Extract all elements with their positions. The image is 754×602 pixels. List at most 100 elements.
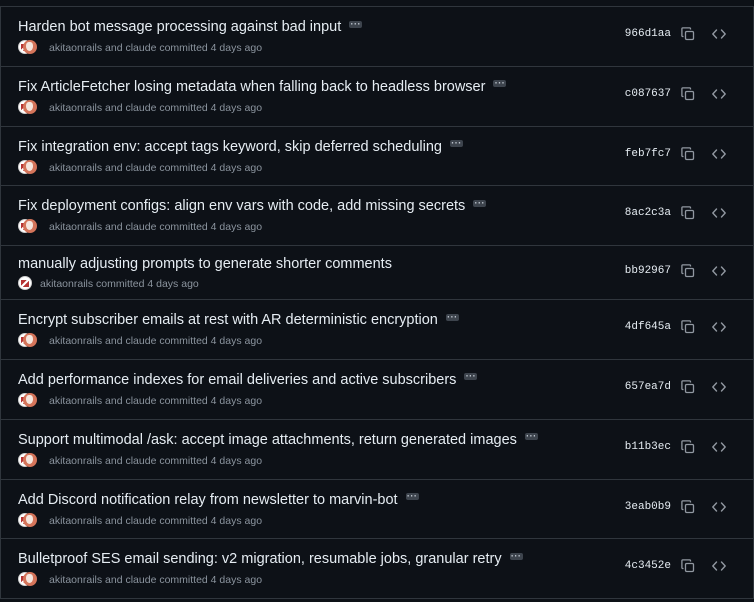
commit-list: Harden bot message processing against ba…	[0, 6, 754, 600]
commit-title-link[interactable]: Fix integration env: accept tags keyword…	[18, 138, 442, 156]
commit-title-link[interactable]: Add performance indexes for email delive…	[18, 371, 456, 389]
code-icon[interactable]	[711, 558, 729, 576]
copy-icon[interactable]	[680, 263, 698, 281]
ellipsis-icon[interactable]: ···	[405, 493, 419, 501]
commit-meta: akitaonrails and claude committed 4 days…	[49, 221, 263, 234]
avatar-group[interactable]	[18, 99, 42, 116]
ellipsis-icon[interactable]: ···	[445, 313, 459, 321]
commit-title-line: Bulletproof SES email sending: v2 migrat…	[18, 550, 523, 568]
commit-meta-line: akitaonrails and claude committed 4 days…	[18, 512, 263, 529]
ellipsis-icon[interactable]: ···	[524, 433, 538, 441]
commit-meta: akitaonrails and claude committed 4 days…	[49, 335, 263, 348]
copy-icon[interactable]	[680, 86, 698, 104]
commit-row: Fix integration env: accept tags keyword…	[1, 127, 753, 187]
commit-row: manually adjusting prompts to generate s…	[1, 246, 753, 301]
commit-meta: akitaonrails and claude committed 4 days…	[49, 514, 263, 527]
commit-meta-line: akitaonrails and claude committed 4 days…	[18, 219, 262, 235]
code-icon[interactable]	[711, 499, 729, 517]
commit-sha-link[interactable]: 4c3452e	[625, 560, 671, 572]
copy-icon[interactable]	[680, 319, 698, 337]
commit-meta: akitaonrails and claude committed 4 days…	[49, 101, 263, 114]
avatar	[23, 452, 37, 467]
commit-sha-link[interactable]: 4df645a	[625, 321, 671, 333]
commit-title-link[interactable]: Support multimodal /ask: accept image at…	[18, 431, 517, 449]
commit-sha-link[interactable]: feb7fc7	[625, 148, 671, 160]
code-icon[interactable]	[711, 86, 729, 104]
commit-row: Support multimodal /ask: accept image at…	[1, 420, 753, 480]
commit-title-line: Add Discord notification relay from news…	[18, 491, 419, 509]
commit-title-link[interactable]: manually adjusting prompts to generate s…	[18, 255, 392, 273]
code-icon[interactable]	[711, 379, 729, 397]
copy-icon[interactable]	[680, 499, 698, 517]
commit-row: Encrypt subscriber emails at rest with A…	[1, 300, 753, 360]
commit-title-link[interactable]: Harden bot message processing against ba…	[18, 18, 341, 36]
commit-meta-line: akitaonrails and claude committed 4 days…	[18, 40, 262, 56]
commit-meta-line: akitaonrails and claude committed 4 days…	[18, 572, 262, 588]
commit-meta-line: akitaonrails and claude committed 4 days…	[18, 159, 263, 176]
avatar	[23, 572, 37, 587]
commit-title-line: Fix deployment configs: align env vars w…	[18, 197, 487, 215]
avatar-group[interactable]	[18, 276, 34, 292]
commit-meta-line: akitaonrails and claude committed 4 days…	[18, 452, 263, 469]
ellipsis-icon[interactable]: ···	[493, 80, 507, 88]
ellipsis-icon[interactable]: ···	[473, 199, 487, 207]
commit-meta: akitaonrails and claude committed 4 days…	[49, 161, 263, 174]
avatar	[23, 392, 37, 407]
avatar-group[interactable]	[18, 392, 42, 409]
commit-title-line: manually adjusting prompts to generate s…	[18, 255, 392, 273]
commit-row: Fix deployment configs: align env vars w…	[1, 186, 753, 247]
commit-meta: akitaonrails and claude committed 4 days…	[49, 394, 263, 407]
commit-sha-link[interactable]: b11b3ec	[625, 441, 671, 453]
commit-title-link[interactable]: Fix deployment configs: align env vars w…	[18, 197, 465, 215]
commit-title-line: Harden bot message processing against ba…	[18, 18, 363, 36]
ellipsis-icon[interactable]: ···	[464, 373, 478, 381]
ellipsis-icon[interactable]: ···	[509, 552, 523, 560]
commit-meta-line: akitaonrails and claude committed 4 days…	[18, 392, 263, 409]
commit-meta: akitaonrails and claude committed 4 days…	[49, 454, 263, 467]
commit-title-link[interactable]: Encrypt subscriber emails at rest with A…	[18, 311, 438, 329]
code-icon[interactable]	[711, 146, 729, 164]
ellipsis-icon[interactable]: ···	[349, 20, 363, 28]
commit-row: Fix ArticleFetcher losing metadata when …	[1, 67, 753, 127]
commit-meta: akitaonrails and claude committed 4 days…	[49, 574, 263, 587]
commit-sha-link[interactable]: 3eab0b9	[625, 501, 671, 513]
commit-title-link[interactable]: Bulletproof SES email sending: v2 migrat…	[18, 550, 502, 568]
commit-sha-link[interactable]: 657ea7d	[625, 381, 671, 393]
avatar-group[interactable]	[18, 452, 42, 469]
commit-row: Harden bot message processing against ba…	[1, 7, 753, 67]
copy-icon[interactable]	[680, 205, 698, 223]
commit-sha-link[interactable]: bb92967	[625, 265, 671, 277]
avatar-group[interactable]	[18, 40, 42, 56]
copy-icon[interactable]	[680, 379, 698, 397]
code-icon[interactable]	[711, 205, 729, 223]
copy-icon[interactable]	[680, 558, 698, 576]
commit-sha-link[interactable]: c087637	[625, 88, 671, 100]
commit-row: Add performance indexes for email delive…	[1, 360, 753, 420]
commit-title-link[interactable]: Add Discord notification relay from news…	[18, 491, 398, 509]
avatar-group[interactable]	[18, 219, 42, 235]
code-icon[interactable]	[711, 26, 729, 44]
avatar	[23, 512, 37, 527]
copy-icon[interactable]	[680, 26, 698, 44]
commit-title-line: Encrypt subscriber emails at rest with A…	[18, 311, 459, 329]
copy-icon[interactable]	[680, 146, 698, 164]
avatar-group[interactable]	[18, 159, 42, 176]
code-icon[interactable]	[711, 263, 729, 281]
ellipsis-icon[interactable]: ···	[449, 140, 463, 148]
avatar-group[interactable]	[18, 333, 42, 349]
avatar-group[interactable]	[18, 572, 42, 588]
commit-meta: akitaonrails committed 4 days ago	[40, 278, 199, 291]
commit-meta-line: akitaonrails and claude committed 4 days…	[18, 333, 262, 349]
commit-title-line: Fix ArticleFetcher losing metadata when …	[18, 78, 507, 96]
code-icon[interactable]	[711, 439, 729, 457]
commit-title-line: Fix integration env: accept tags keyword…	[18, 138, 463, 156]
code-icon[interactable]	[711, 319, 729, 337]
commit-sha-link[interactable]: 8ac2c3a	[625, 207, 671, 219]
commit-row: Add Discord notification relay from news…	[1, 480, 753, 540]
avatar	[23, 333, 37, 348]
commit-sha-link[interactable]: 966d1aa	[625, 28, 671, 40]
commit-title-link[interactable]: Fix ArticleFetcher losing metadata when …	[18, 78, 485, 96]
copy-icon[interactable]	[680, 439, 698, 457]
avatar-group[interactable]	[18, 512, 42, 529]
avatar	[23, 99, 37, 114]
